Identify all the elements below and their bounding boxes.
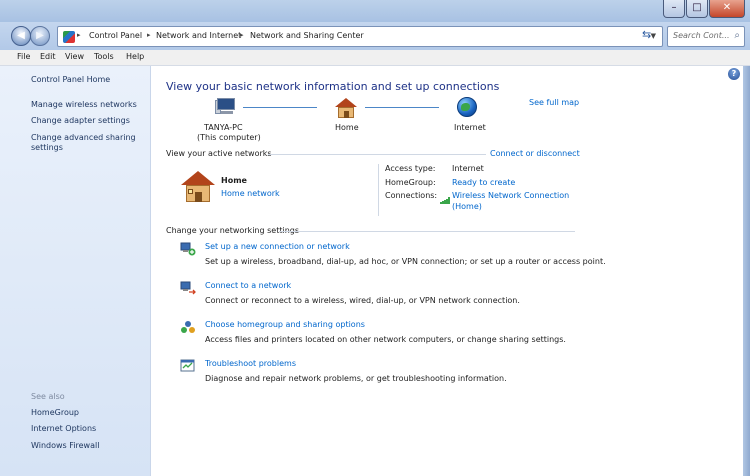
back-button[interactable]: ◀	[11, 26, 31, 46]
computer-icon	[215, 98, 235, 116]
window-frame	[743, 66, 750, 476]
minimize-icon: –	[671, 2, 677, 13]
task-description: Access files and printers located on oth…	[205, 335, 566, 344]
network-label: Home	[335, 123, 359, 132]
change-advanced-sharing-link[interactable]: Change advanced sharing	[31, 133, 136, 142]
homegroup-label: HomeGroup:	[385, 178, 436, 187]
breadcrumb-control-panel[interactable]: Control Panel	[89, 31, 142, 40]
internet-label: Internet	[454, 123, 486, 132]
breadcrumb-network-sharing-center[interactable]: Network and Sharing Center	[250, 31, 364, 40]
divider	[279, 231, 575, 232]
address-bar[interactable]: ▸ Control Panel ▸ Network and Internet ▸…	[57, 26, 663, 47]
windows-firewall-link[interactable]: Windows Firewall	[31, 441, 99, 450]
divider	[268, 154, 486, 155]
main-content: ? View your basic network information an…	[151, 66, 743, 476]
manage-wireless-networks-link[interactable]: Manage wireless networks	[31, 100, 137, 109]
navigation-bar: ◀ ▶ ▸ Control Panel ▸ Network and Intern…	[0, 22, 750, 50]
connections-label: Connections:	[385, 191, 438, 200]
homegroup-status-link[interactable]: Ready to create	[452, 178, 515, 187]
search-placeholder: Search Cont...	[673, 31, 730, 40]
active-networks-heading: View your active networks	[166, 149, 272, 158]
change-advanced-sharing-link-cont[interactable]: settings	[31, 143, 63, 152]
home-network-icon	[181, 171, 215, 203]
internet-globe-icon	[457, 97, 477, 117]
task-description: Diagnose and repair network problems, or…	[205, 374, 507, 383]
menu-view[interactable]: View	[65, 52, 84, 61]
connect-or-disconnect-link[interactable]: Connect or disconnect	[490, 149, 580, 158]
homegroup-icon	[181, 321, 195, 333]
active-network-name: Home	[221, 176, 247, 185]
see-full-map-link[interactable]: See full map	[529, 98, 579, 107]
wireless-connection-link[interactable]: Wireless Network Connection	[452, 191, 569, 200]
close-button[interactable]: ✕	[709, 0, 745, 18]
change-adapter-settings-link[interactable]: Change adapter settings	[31, 116, 130, 125]
menu-bar: File Edit View Tools Help	[0, 50, 750, 66]
minimize-button[interactable]: –	[663, 0, 685, 18]
connection-line	[243, 107, 317, 108]
connect-to-network-link[interactable]: Connect to a network	[205, 281, 291, 290]
home-network-icon	[335, 98, 357, 118]
menu-edit[interactable]: Edit	[40, 52, 56, 61]
task-description: Connect or reconnect to a wireless, wire…	[205, 296, 520, 305]
maximize-icon: □	[692, 2, 702, 13]
page-title: View your basic network information and …	[166, 80, 500, 93]
network-type-link[interactable]: Home network	[221, 189, 280, 198]
internet-options-link[interactable]: Internet Options	[31, 424, 96, 433]
divider	[378, 164, 379, 216]
menu-file[interactable]: File	[17, 52, 30, 61]
connect-network-icon	[180, 281, 196, 295]
forward-button[interactable]: ▶	[30, 26, 50, 46]
refresh-icon[interactable]: ⇆	[642, 28, 658, 42]
homegroup-sharing-options-link[interactable]: Choose homegroup and sharing options	[205, 320, 365, 329]
connection-line	[365, 107, 439, 108]
setup-new-connection-link[interactable]: Set up a new connection or network	[205, 242, 350, 251]
troubleshoot-problems-link[interactable]: Troubleshoot problems	[205, 359, 296, 368]
access-type-value: Internet	[452, 164, 484, 173]
search-icon[interactable]: ⌕	[734, 30, 740, 41]
chevron-right-icon[interactable]: ▸	[240, 31, 244, 39]
computer-subtitle: (This computer)	[197, 133, 261, 142]
maximize-button[interactable]: □	[686, 0, 708, 18]
close-icon: ✕	[722, 2, 732, 13]
left-task-pane: Control Panel Home Manage wireless netwo…	[0, 66, 151, 476]
window-titlebar: – □ ✕	[0, 0, 750, 24]
chevron-right-icon[interactable]: ▸	[77, 31, 81, 39]
control-panel-home-link[interactable]: Control Panel Home	[31, 75, 110, 84]
menu-tools[interactable]: Tools	[94, 52, 114, 61]
see-also-heading: See also	[31, 392, 65, 401]
chevron-right-icon[interactable]: ▸	[147, 31, 151, 39]
menu-help[interactable]: Help	[126, 52, 144, 61]
new-connection-icon	[180, 242, 196, 256]
access-type-label: Access type:	[385, 164, 436, 173]
control-panel-icon	[63, 31, 75, 43]
task-description: Set up a wireless, broadband, dial-up, a…	[205, 257, 606, 266]
homegroup-link[interactable]: HomeGroup	[31, 408, 79, 417]
computer-name: TANYA-PC	[204, 123, 243, 132]
breadcrumb-network-internet[interactable]: Network and Internet	[156, 31, 241, 40]
wireless-connection-link-sub[interactable]: (Home)	[452, 202, 482, 211]
search-input[interactable]: Search Cont... ⌕	[667, 26, 745, 47]
help-icon[interactable]: ?	[728, 68, 740, 80]
troubleshoot-icon	[180, 359, 195, 372]
wireless-signal-icon	[440, 197, 450, 204]
